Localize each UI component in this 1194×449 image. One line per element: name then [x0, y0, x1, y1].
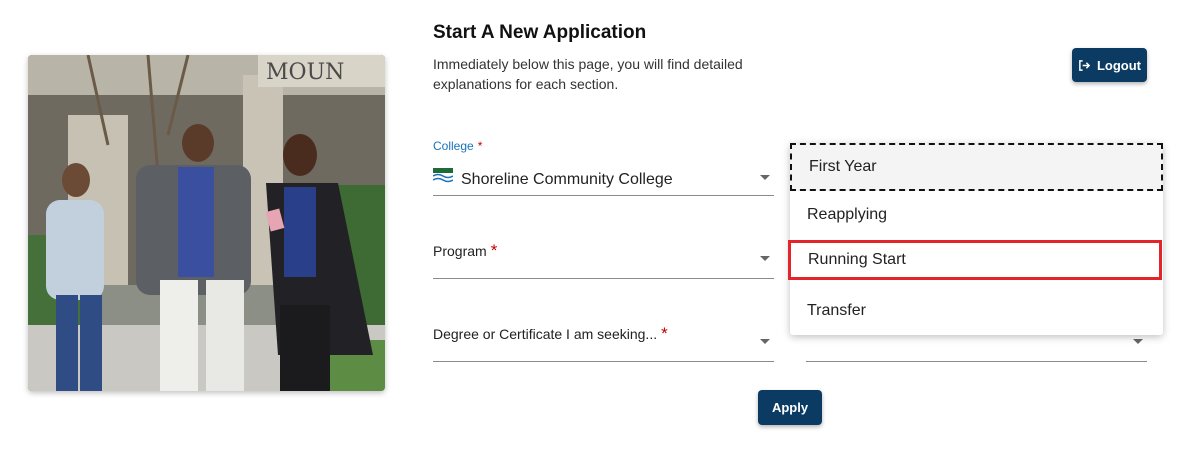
building-sign: MOUN [266, 60, 344, 85]
logout-button[interactable]: Logout [1072, 48, 1147, 82]
student-type-select[interactable] [806, 361, 1147, 362]
menu-option-transfer[interactable]: Transfer [790, 287, 1163, 335]
college-select-value[interactable]: Shoreline Community College [461, 171, 673, 189]
degree-select[interactable] [433, 361, 774, 362]
degree-chevron-down-icon[interactable] [760, 339, 770, 344]
student-type-chevron-down-icon[interactable] [1133, 339, 1143, 344]
page-subtitle: Immediately below this page, you will fi… [433, 56, 743, 92]
students-photo: MOUN [28, 55, 385, 391]
apply-button[interactable]: Apply [758, 390, 822, 425]
logout-label: Logout [1096, 57, 1142, 73]
menu-option-running-start[interactable]: Running Start [788, 240, 1162, 280]
degree-label-text: Degree or Certificate I am seeking... [433, 326, 658, 342]
college-chevron-down-icon[interactable] [760, 175, 770, 180]
program-select[interactable] [433, 278, 774, 279]
college-label: College * [433, 139, 482, 153]
college-select[interactable] [433, 195, 774, 196]
degree-required-mark: * [661, 324, 668, 343]
menu-option-first-year[interactable]: First Year [790, 143, 1163, 191]
program-chevron-down-icon[interactable] [760, 256, 770, 261]
program-required-mark: * [490, 241, 498, 260]
college-label-text: College [433, 139, 474, 153]
menu-option-reapplying[interactable]: Reapplying [790, 191, 1163, 239]
degree-label: Degree or Certificate I am seeking... * [433, 324, 668, 344]
student-type-menu: First Year Reapplying Running Start Tran… [788, 143, 1163, 335]
college-required-mark: * [477, 139, 483, 153]
logout-icon [1079, 59, 1091, 71]
shoreline-logo-icon [433, 168, 453, 183]
program-label: Program * [433, 241, 497, 261]
program-label-text: Program [433, 243, 487, 259]
page-title: Start A New Application [433, 22, 647, 43]
